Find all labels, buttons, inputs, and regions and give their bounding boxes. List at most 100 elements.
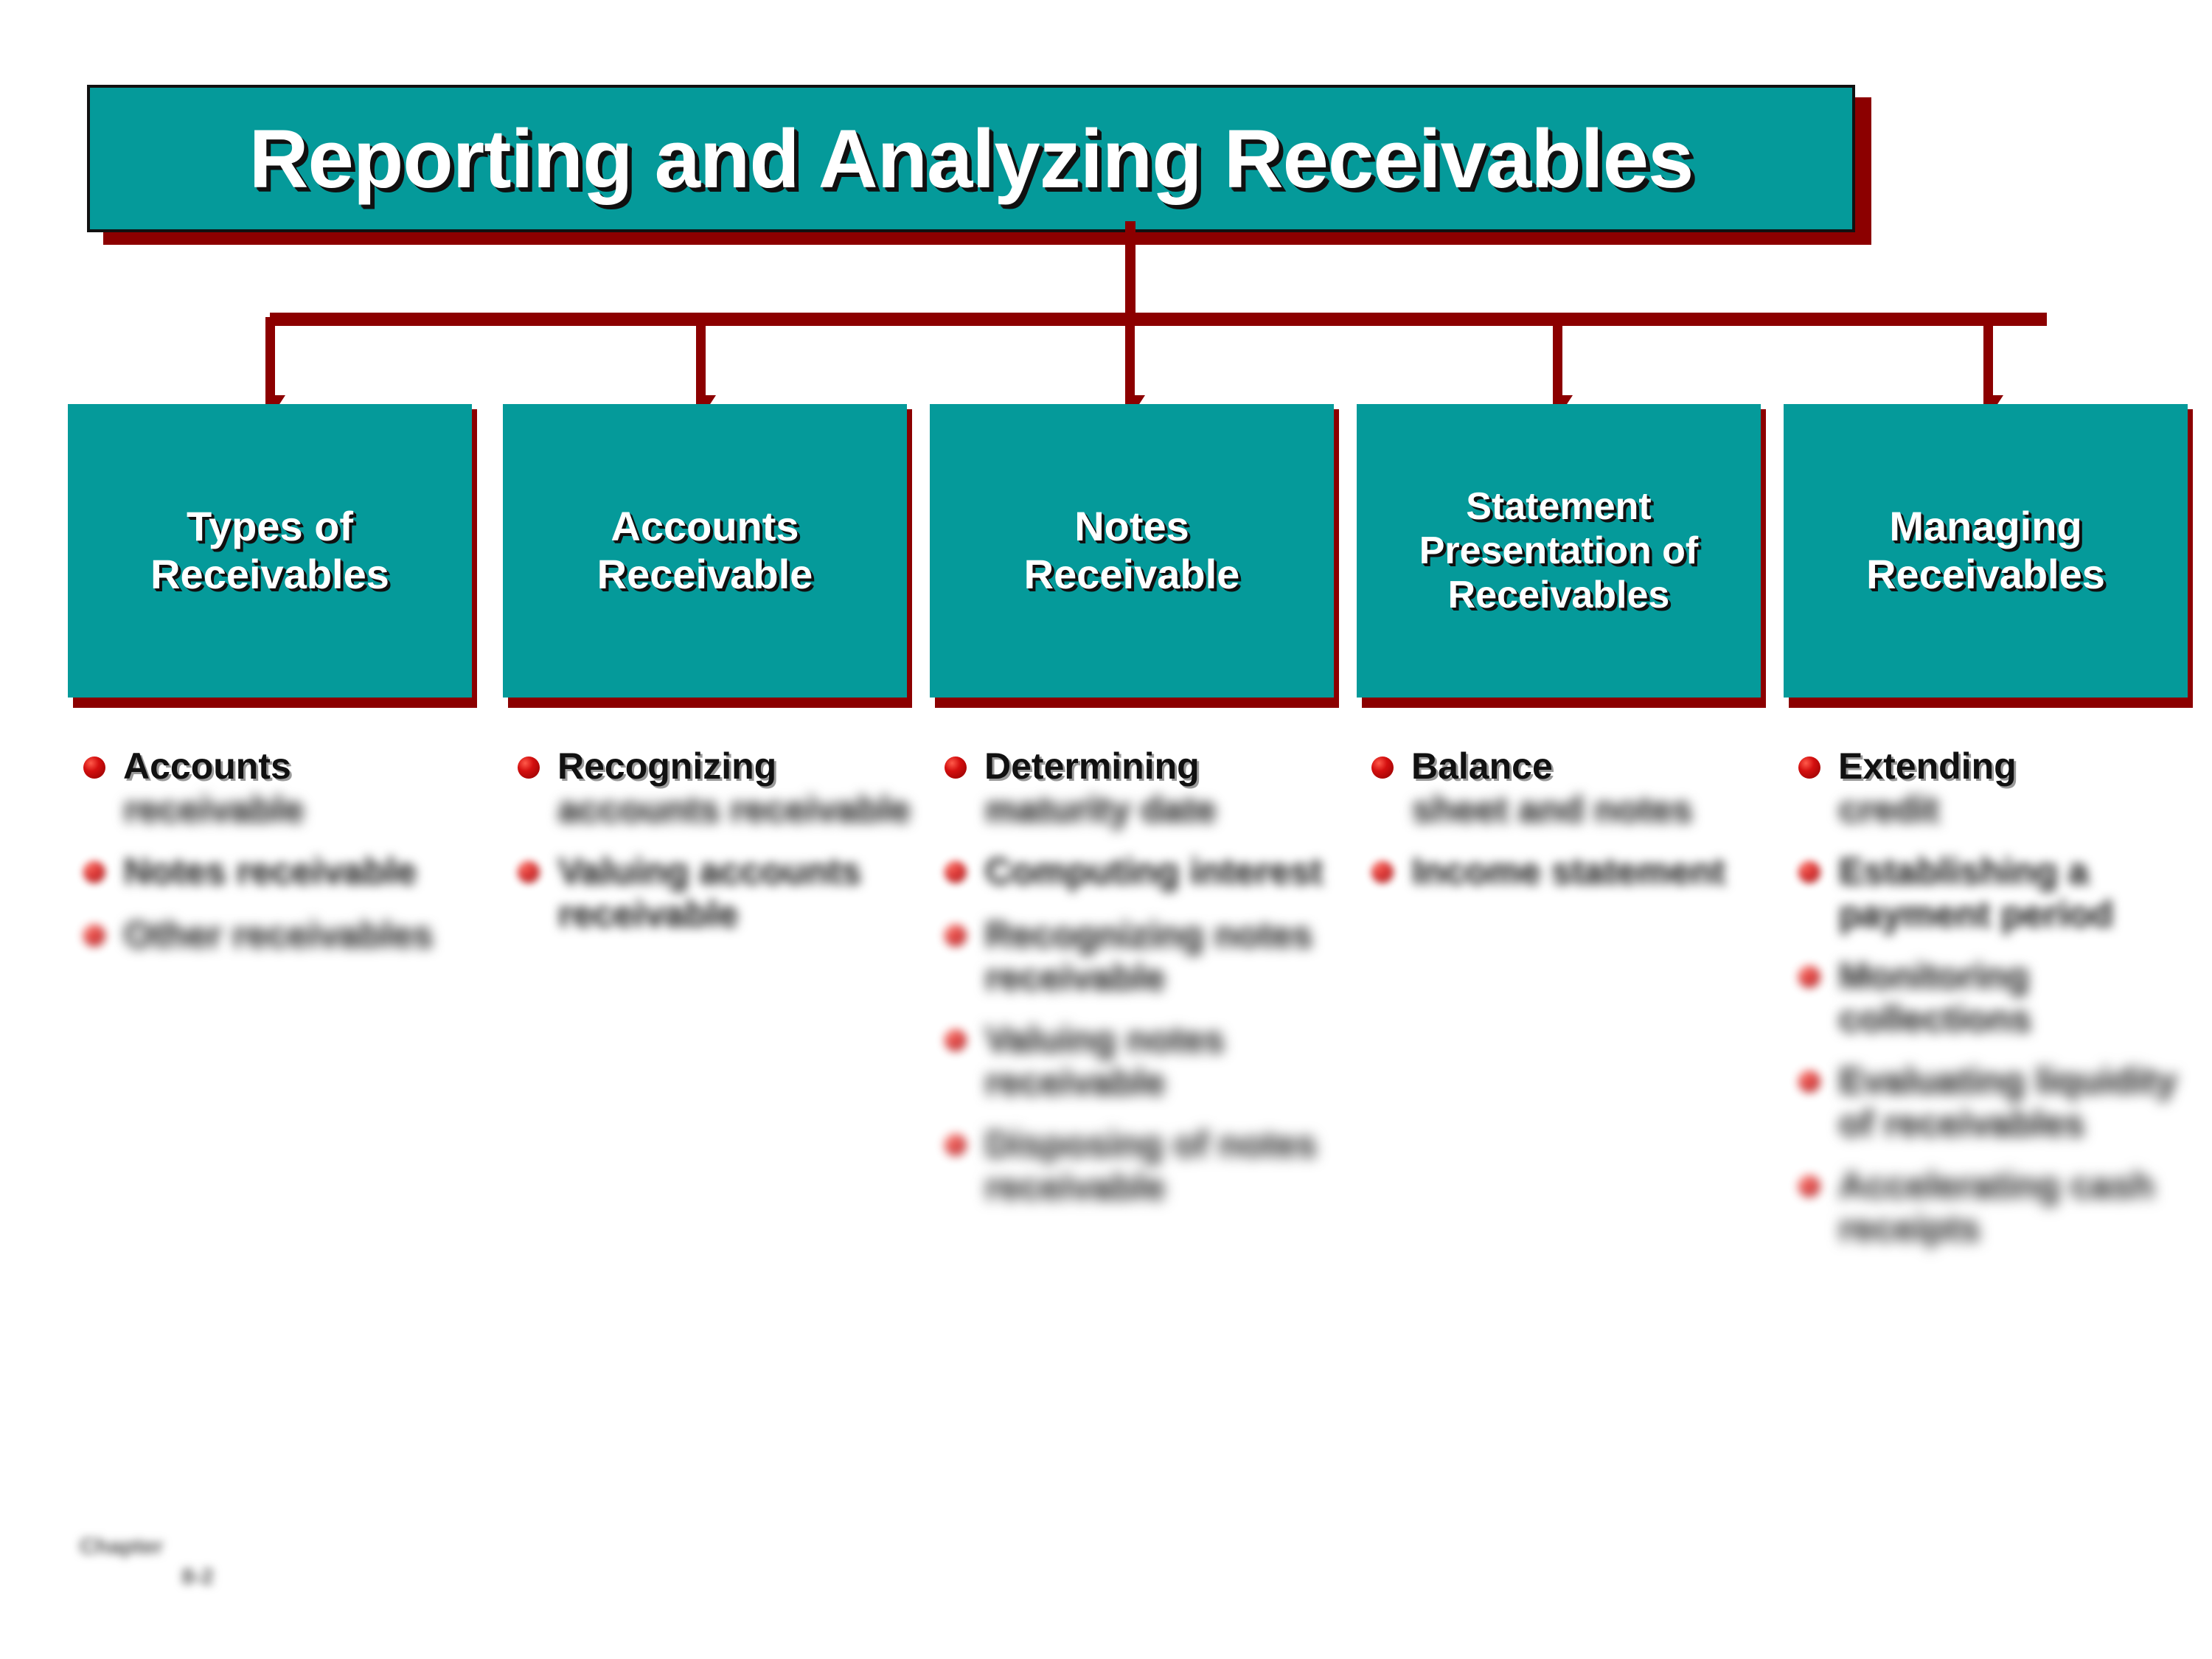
list-item: Valuing accounts receivable [504, 849, 917, 935]
list-item-text: Establishing a payment period [1838, 850, 2113, 934]
list-item-text: Evaluating liquidity of receivables [1838, 1060, 2177, 1144]
connector-drop-2 [696, 317, 706, 408]
category-box-accounts-receivable[interactable]: Accounts Receivable [503, 404, 912, 708]
list-item-line2: accounts receivable [557, 788, 911, 830]
bullet-dot-icon [945, 1134, 967, 1156]
category-box-body: Statement Presentation of Receivables [1357, 404, 1761, 698]
list-item-text: Valuing accounts receivable [557, 850, 861, 934]
connector-drop-5 [1983, 317, 1993, 408]
list-item: Valuing notes receivable [931, 1018, 1344, 1103]
slide-canvas: Reporting and Analyzing Receivables Type… [0, 0, 2212, 1659]
list-item-text: Computing interest [984, 850, 1323, 891]
bullet-dot-icon [1798, 966, 1820, 988]
list-item-text: Disposing of notes receivable [984, 1123, 1316, 1207]
category-box-types-of-receivables[interactable]: Types of Receivables [68, 404, 477, 708]
list-item-line2: receivable [123, 788, 304, 830]
category-label: Accounts Receivable [590, 503, 821, 599]
list-item: Recognizing notes receivable [931, 913, 1344, 998]
category-label-line1: Types of [186, 503, 354, 550]
bullet-dot-icon [518, 861, 540, 883]
bullet-column-managing-receivables: Extending credit Establishing a payment … [1785, 745, 2198, 1268]
list-item-text: Notes receivable [123, 850, 417, 891]
list-item-text: Other receivables [123, 914, 433, 955]
connector-drop-3 [1125, 317, 1135, 408]
slide-footer: Chapter 8-2 [80, 1532, 316, 1592]
category-label-line1: Notes [1074, 503, 1189, 550]
bullet-dot-icon [83, 861, 105, 883]
list-item: Establishing a payment period [1785, 849, 2198, 935]
bullet-dot-icon [518, 757, 540, 779]
bullet-column-notes-receivable: Determining maturity date Computing inte… [931, 745, 1344, 1227]
category-box-body: Types of Receivables [68, 404, 472, 698]
bullet-dot-icon [1798, 861, 1820, 883]
bullet-column-accounts-receivable: Recognizing accounts receivable Valuing … [504, 745, 917, 954]
category-label-line2: Receivables [1866, 551, 2105, 597]
list-item: Determining maturity date [931, 745, 1344, 830]
bullet-dot-icon [945, 1029, 967, 1051]
list-item-text: Balance sheet and notes [1411, 745, 1771, 830]
list-item: Accelerating cash receipts [1785, 1164, 2198, 1249]
bullet-dot-icon [945, 757, 967, 779]
list-item-line2: maturity date [984, 788, 1216, 830]
title-banner: Reporting and Analyzing Receivables [87, 85, 1855, 232]
bullet-dot-icon [945, 925, 967, 947]
connector-drop-1 [265, 317, 275, 408]
category-label-line2: Receivable [597, 551, 813, 597]
category-label-line2: Presentation of [1419, 529, 1699, 572]
list-item-text: Determining maturity date [984, 745, 1344, 830]
bullet-column-types-of-receivables: Accounts receivable Notes receivable Oth… [70, 745, 483, 976]
page-title: Reporting and Analyzing Receivables [248, 112, 1694, 205]
list-item-text: Monitoring collections [1838, 955, 2031, 1039]
category-label-line2: Receivable [1023, 551, 1240, 597]
list-item-text: Recognizing accounts receivable [557, 745, 917, 830]
category-label-line3: Receivables [1447, 574, 1670, 617]
category-box-body: Managing Receivables [1784, 404, 2188, 698]
list-item-text: Accounts receivable [123, 745, 483, 830]
bullet-columns: Accounts receivable Notes receivable Oth… [0, 745, 2212, 1593]
list-item: Accounts receivable [70, 745, 483, 830]
list-item: Recognizing accounts receivable [504, 745, 917, 830]
list-item-line1: Accounts [123, 745, 291, 787]
connector-arrows [254, 221, 2047, 419]
list-item-line1: Extending [1838, 745, 2017, 787]
list-item: Extending credit [1785, 745, 2198, 830]
connector-drop-4 [1553, 317, 1562, 408]
list-item-text: Valuing notes receivable [984, 1018, 1225, 1102]
category-box-statement-presentation-of-receivables[interactable]: Statement Presentation of Receivables [1357, 404, 1766, 708]
list-item-text: Income statement [1411, 850, 1725, 891]
category-box-body: Accounts Receivable [503, 404, 907, 698]
category-label: Types of Receivables [143, 503, 397, 599]
list-item-text: Extending credit [1838, 745, 2198, 830]
bullet-dot-icon [1798, 1175, 1820, 1197]
list-item-text: Recognizing notes receivable [984, 914, 1312, 998]
category-boxes: Types of Receivables Accounts Receivable… [0, 404, 2212, 708]
list-item: Income statement [1358, 849, 1771, 894]
category-box-managing-receivables[interactable]: Managing Receivables [1784, 404, 2193, 708]
category-box-body: Notes Receivable [930, 404, 1334, 698]
category-label: Statement Presentation of Receivables [1412, 484, 1706, 618]
list-item: Notes receivable [70, 849, 483, 894]
category-label: Notes Receivable [1017, 503, 1248, 599]
bullet-dot-icon [1798, 757, 1820, 779]
list-item: Other receivables [70, 913, 483, 957]
category-label-line1: Managing [1889, 503, 2082, 550]
category-label-line1: Accounts [611, 503, 799, 550]
list-item: Disposing of notes receivable [931, 1122, 1344, 1208]
bullet-dot-icon [1371, 757, 1394, 779]
list-item: Monitoring collections [1785, 954, 2198, 1040]
category-label: Managing Receivables [1859, 503, 2112, 599]
list-item-text: Accelerating cash receipts [1838, 1164, 2154, 1248]
list-item-line2: sheet and notes [1411, 788, 1692, 830]
list-item: Balance sheet and notes [1358, 745, 1771, 830]
category-label-line1: Statement [1466, 484, 1652, 528]
list-item-line1: Determining [984, 745, 1200, 787]
bullet-dot-icon [83, 925, 105, 947]
category-label-line2: Receivables [150, 551, 389, 597]
bullet-dot-icon [1798, 1071, 1820, 1093]
category-box-notes-receivable[interactable]: Notes Receivable [930, 404, 1339, 708]
bullet-column-statement-presentation: Balance sheet and notes Income statement [1358, 745, 1771, 913]
list-item-line2: credit [1838, 788, 1939, 830]
list-item: Evaluating liquidity of receivables [1785, 1059, 2198, 1144]
footer-slide-number: 8-2 [181, 1564, 214, 1589]
list-item-line1: Balance [1411, 745, 1553, 787]
